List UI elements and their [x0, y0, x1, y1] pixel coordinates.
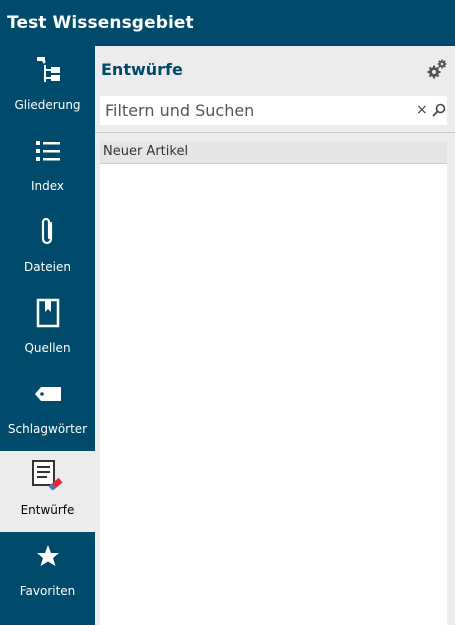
clear-icon[interactable]: ×: [416, 102, 428, 118]
sidebar-item-label: Gliederung: [14, 98, 81, 112]
search-placeholder: Filtern und Suchen: [105, 101, 255, 120]
sidebar-item-schlagwoerter[interactable]: Schlagwörter: [0, 370, 95, 451]
sidebar-item-label: Favoriten: [19, 584, 76, 598]
list-item-label: Neuer Artikel: [103, 144, 189, 159]
divider: [95, 132, 455, 133]
settings-gear-icon[interactable]: [426, 58, 448, 80]
title-bar: Test Wissensgebiet: [0, 0, 455, 46]
sidebar-item-index[interactable]: Index: [0, 127, 95, 208]
drafts-list: Neuer Artikel: [100, 141, 447, 625]
bookmark-icon: [0, 297, 95, 329]
paperclip-icon: [0, 216, 95, 248]
sidebar-item-label: Index: [30, 179, 65, 193]
drafts-panel: Entwürfe Filtern und Suchen × Neuer Arti…: [95, 46, 455, 625]
sidebar-item-gliederung[interactable]: Gliederung: [0, 46, 95, 127]
draft-icon: [0, 459, 95, 491]
tag-icon: [0, 378, 95, 410]
list-icon: [0, 135, 95, 167]
sidebar-item-entwuerfe[interactable]: Entwürfe: [0, 451, 95, 532]
sidebar-item-dateien[interactable]: Dateien: [0, 208, 95, 289]
sidebar-item-label: Quellen: [24, 341, 71, 355]
search-icon[interactable]: [432, 103, 446, 117]
sidebar-item-quellen[interactable]: Quellen: [0, 289, 95, 370]
sidebar-item-label: Schlagwörter: [7, 422, 88, 436]
sidebar-item-label: Entwürfe: [20, 503, 75, 517]
sidebar-item-label: Dateien: [23, 260, 71, 274]
outline-tree-icon: [0, 54, 95, 86]
list-item[interactable]: Neuer Artikel: [100, 141, 447, 164]
sidebar-item-favoriten[interactable]: Favoriten: [0, 532, 95, 613]
search-input[interactable]: Filtern und Suchen ×: [100, 96, 447, 125]
sidebar: Gliederung Index Dateien Quellen Schlagw…: [0, 46, 95, 625]
star-icon: [0, 540, 95, 572]
panel-title: Entwürfe: [101, 60, 183, 79]
app-title: Test Wissensgebiet: [7, 13, 194, 33]
